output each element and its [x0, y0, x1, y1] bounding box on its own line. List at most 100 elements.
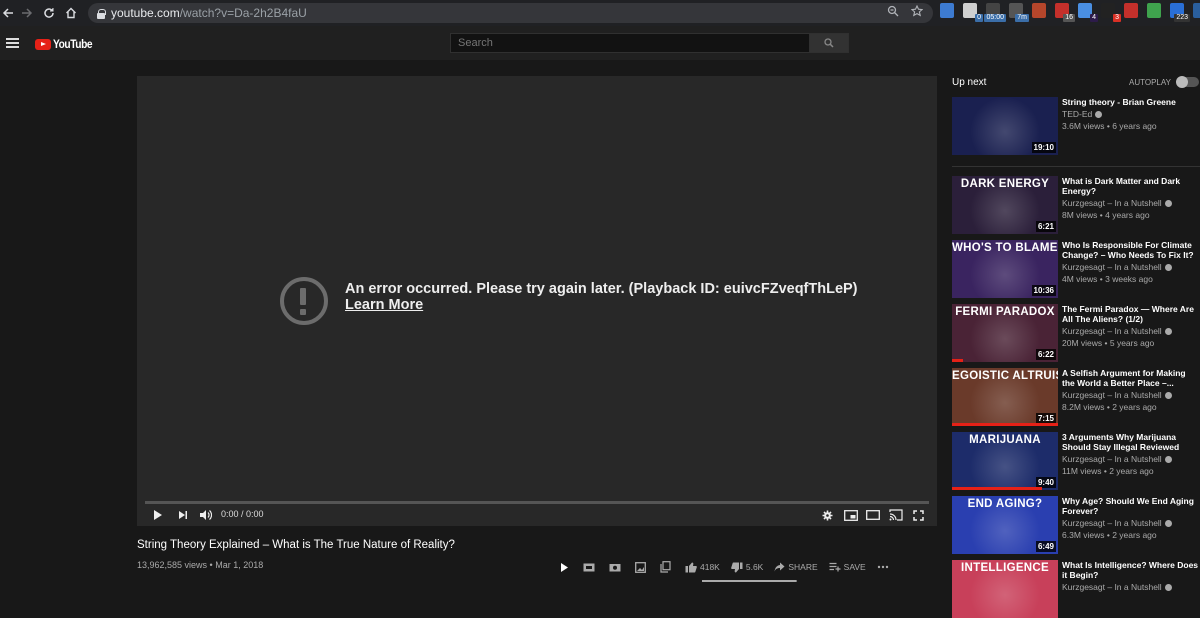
camera-icon — [609, 563, 621, 571]
theater-mode-button[interactable] — [866, 508, 880, 522]
video-thumbnail[interactable]: END AGING? 6:49 — [952, 496, 1058, 554]
video-thumbnail[interactable]: FERMI PARADOX 6:22 — [952, 304, 1058, 362]
recommendation-item[interactable]: INTELLIGENCE What Is Intelligence? Where … — [952, 560, 1200, 618]
sh-extension[interactable] — [1193, 3, 1200, 18]
more-actions-button[interactable] — [877, 565, 892, 569]
reload-button[interactable] — [38, 0, 60, 26]
learn-more-link[interactable]: Learn More — [345, 297, 423, 313]
recommendation-title[interactable]: What is Dark Matter and Dark Energy? — [1062, 176, 1200, 196]
recommendation-title[interactable]: What Is Intelligence? Where Does it Begi… — [1062, 560, 1200, 580]
thumbnail-text: DARK ENERGY — [960, 178, 1050, 190]
menu-icon[interactable] — [6, 38, 19, 48]
abp-extension[interactable]: 16 — [1055, 3, 1075, 22]
bookmark-star-icon[interactable] — [911, 5, 923, 17]
video-thumbnail[interactable]: MARIJUANA 9:40 — [952, 432, 1058, 490]
recommendation-title[interactable]: The Fermi Paradox — Where Are All The Al… — [1062, 304, 1200, 324]
mouse-extension[interactable]: 7m — [1009, 3, 1029, 22]
dots-extension[interactable] — [1124, 3, 1138, 18]
cast-button[interactable] — [889, 508, 903, 522]
duration-badge: 6:21 — [1035, 221, 1056, 232]
play-action-button[interactable] — [560, 562, 572, 573]
next-button[interactable] — [178, 508, 188, 522]
camera-action-button[interactable] — [609, 563, 624, 572]
cast-icon — [889, 509, 903, 521]
view-count: 20M views • 5 years ago — [1062, 338, 1155, 348]
recommendation-item[interactable]: END AGING? 6:49 Why Age? Should We End Agi… — [952, 496, 1200, 554]
home-button[interactable] — [60, 0, 82, 26]
like-button[interactable]: 418K — [685, 562, 720, 573]
pushbullet-extension[interactable] — [1147, 3, 1161, 18]
search-icon — [824, 38, 834, 48]
back-button[interactable] — [0, 0, 16, 26]
save-button[interactable]: SAVE — [829, 562, 866, 572]
fullscreen-button[interactable] — [913, 508, 924, 522]
miniplayer-button[interactable] — [844, 508, 858, 522]
recommendation-item[interactable]: EGOISTIC ALTRUISM7:15A Selfish Argument … — [952, 368, 1200, 426]
recommendation-title[interactable]: String theory - Brian Greene — [1062, 97, 1200, 107]
channel-name[interactable]: Kurzgesagt – In a Nutshell — [1062, 198, 1172, 208]
home-icon — [66, 7, 76, 19]
terminal-extension[interactable]: 3 — [1101, 3, 1121, 22]
autoplay-toggle[interactable] — [1176, 76, 1199, 88]
error-icon — [280, 277, 328, 325]
video-title: String Theory Explained – What is The Tr… — [137, 539, 455, 551]
youtube-header: YouTube — [0, 26, 1200, 60]
video-thumbnail[interactable]: EGOISTIC ALTRUISM7:15 — [952, 368, 1058, 426]
recommendation-title[interactable]: 3 Arguments Why Marijuana Should Stay Il… — [1062, 432, 1200, 452]
timer-extension[interactable]: 05:00 — [984, 3, 1006, 22]
video-thumbnail[interactable]: 19:10 — [952, 97, 1058, 155]
globe-extension[interactable] — [940, 3, 954, 18]
recommendation-item[interactable]: 19:10 String theory - Brian Greene TED-Ed 3… — [952, 97, 1200, 155]
volume-icon — [200, 510, 212, 520]
channel-name[interactable]: Kurzgesagt – In a Nutshell — [1062, 518, 1172, 528]
image-action-button[interactable] — [635, 561, 649, 573]
extension-badge: 7m — [1015, 14, 1029, 22]
book-extension[interactable] — [1032, 3, 1046, 18]
channel-name[interactable]: Kurzgesagt – In a Nutshell — [1062, 326, 1172, 336]
dislike-count: 5.6K — [745, 562, 764, 572]
page-extension[interactable]: 0 — [963, 3, 983, 22]
channel-name[interactable]: Kurzgesagt – In a Nutshell — [1062, 390, 1172, 400]
thumbs-down-icon — [731, 562, 743, 572]
video-player[interactable]: An error occurred. Please try again late… — [137, 76, 937, 526]
zoom-icon[interactable] — [887, 5, 899, 17]
recommendation-title[interactable]: Why Age? Should We End Aging Forever? — [1062, 496, 1200, 516]
copy-action-button[interactable] — [660, 561, 674, 573]
view-count: 6.3M views • 2 years ago — [1062, 530, 1157, 540]
extension-badge: 223 — [1174, 14, 1190, 22]
channel-name[interactable]: Kurzgesagt – In a Nutshell — [1062, 582, 1172, 592]
view-count: 4M views • 3 weeks ago — [1062, 274, 1153, 284]
thumbnail-text: EGOISTIC ALTRUISM — [952, 370, 1058, 382]
video-thumbnail[interactable]: INTELLIGENCE — [952, 560, 1058, 618]
share-button[interactable]: SHARE — [774, 562, 818, 572]
channel-name[interactable]: TED-Ed — [1062, 109, 1103, 119]
url-path: /watch?v=Da-2h2B4faU — [179, 6, 307, 20]
channel-name-text: Kurzgesagt – In a Nutshell — [1062, 454, 1162, 464]
recommendation-title[interactable]: A Selfish Argument for Making the World … — [1062, 368, 1200, 388]
recommendation-item[interactable]: DARK ENERGY 6:21 What is Dark Matter and D… — [952, 176, 1200, 234]
youtube-logo[interactable]: YouTube — [35, 37, 99, 51]
thumbnail-text: MARIJUANA — [969, 434, 1041, 446]
counter-extension[interactable]: 223 — [1170, 3, 1190, 22]
channel-name[interactable]: Kurzgesagt – In a Nutshell — [1062, 262, 1172, 272]
search-button[interactable] — [809, 33, 849, 53]
dislike-button[interactable]: 5.6K — [731, 562, 764, 573]
recommendation-item[interactable]: FERMI PARADOX 6:22 The Fermi Paradox — Whe… — [952, 304, 1200, 362]
forward-button[interactable] — [16, 0, 38, 26]
play-icon — [561, 562, 568, 572]
recommendation-item[interactable]: WHO'S TO BLAME? 10:36 Who Is Responsible F… — [952, 240, 1200, 298]
video-thumbnail[interactable]: WHO'S TO BLAME? 10:36 — [952, 240, 1058, 298]
video-thumbnail[interactable]: DARK ENERGY 6:21 — [952, 176, 1058, 234]
search-input[interactable] — [450, 33, 810, 53]
ghost-extension[interactable]: 4 — [1078, 3, 1098, 22]
recommendation-title[interactable]: Who Is Responsible For Climate Change? –… — [1062, 240, 1200, 260]
miniplayer-action-button[interactable] — [583, 563, 598, 572]
address-bar[interactable]: youtube.com/watch?v=Da-2h2B4faU — [88, 3, 933, 23]
volume-button[interactable] — [199, 508, 212, 522]
channel-name[interactable]: Kurzgesagt – In a Nutshell — [1062, 454, 1172, 464]
recommendation-item[interactable]: MARIJUANA 9:40 3 Arguments Why Marijuana S… — [952, 432, 1200, 490]
settings-button[interactable] — [822, 508, 833, 522]
extension-badge: 16 — [1063, 14, 1075, 22]
share-arrow-icon — [774, 562, 785, 572]
play-button[interactable] — [153, 508, 163, 522]
